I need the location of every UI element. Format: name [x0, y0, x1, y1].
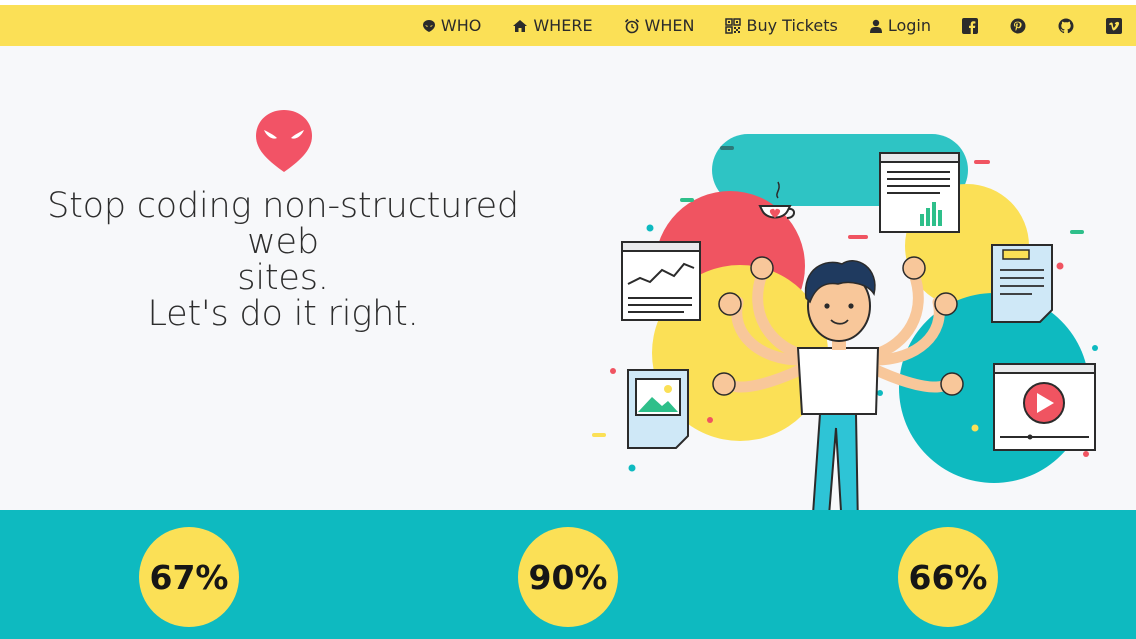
- stat-value: 90%: [528, 557, 608, 597]
- hero-line-3: Let's do it right.: [147, 294, 419, 334]
- facebook-icon: [962, 17, 978, 34]
- hero-line-2: sites.: [237, 258, 329, 298]
- multitasking-developer-illustration: [592, 134, 1098, 510]
- alien-icon: [422, 19, 435, 32]
- vimeo-icon: [1106, 17, 1122, 34]
- stat-circle: 66%: [898, 527, 998, 627]
- qrcode-icon: [725, 17, 742, 34]
- stat-circle: 90%: [518, 527, 618, 627]
- top-navbar: WHO WHERE WHEN Buy Tickets Login: [0, 5, 1136, 46]
- nav-who[interactable]: WHO: [422, 16, 481, 35]
- stat-value: 66%: [908, 557, 988, 597]
- alarm-clock-icon: [624, 18, 639, 33]
- nav-buy-tickets[interactable]: Buy Tickets: [725, 16, 838, 35]
- nav-who-label: WHO: [440, 16, 482, 35]
- alien-logo-icon: [256, 110, 312, 172]
- nav-when-label: WHEN: [644, 16, 695, 35]
- nav-where[interactable]: WHERE: [512, 16, 593, 35]
- stat-value: 67%: [149, 557, 229, 597]
- hero-section: Stop coding non-structured web sites. Le…: [0, 46, 1136, 510]
- nav-login-label: Login: [887, 16, 931, 35]
- facebook-link[interactable]: [962, 17, 978, 34]
- pinterest-icon: [1010, 18, 1026, 33]
- nav-when[interactable]: WHEN: [624, 16, 695, 35]
- home-icon: [513, 19, 528, 32]
- vimeo-link[interactable]: [1106, 17, 1122, 34]
- nav-login[interactable]: Login: [869, 16, 931, 35]
- stat-circle: 67%: [139, 527, 239, 627]
- pinterest-link[interactable]: [1010, 18, 1026, 34]
- hero-line-1: Stop coding non-structured web: [47, 186, 519, 262]
- user-icon: [869, 19, 882, 33]
- hero-headline: Stop coding non-structured web sites. Le…: [18, 188, 548, 332]
- nav-buy-tickets-label: Buy Tickets: [746, 16, 838, 35]
- stats-section: 67% 90% 66%: [0, 510, 1136, 639]
- nav-where-label: WHERE: [533, 16, 593, 35]
- github-link[interactable]: [1058, 18, 1074, 34]
- github-icon: [1058, 18, 1074, 33]
